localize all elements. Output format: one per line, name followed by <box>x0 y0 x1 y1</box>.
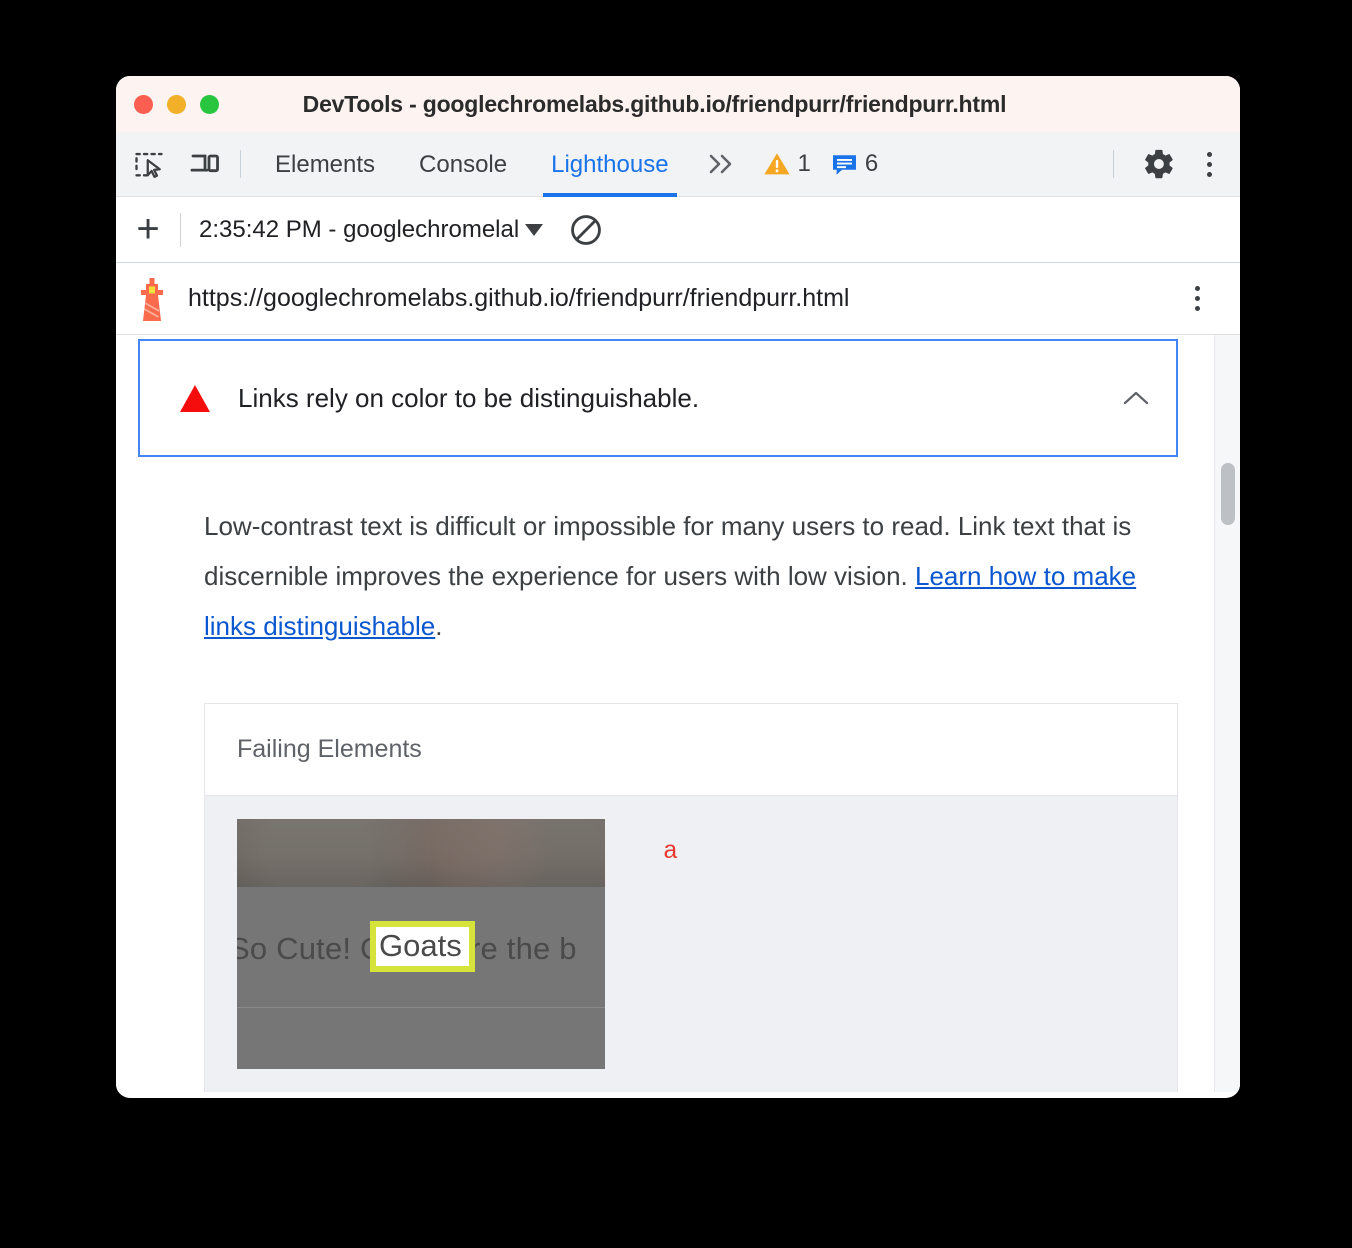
vertical-scrollbar-thumb[interactable] <box>1221 463 1235 525</box>
message-count: 6 <box>864 150 879 177</box>
lighthouse-report-panel: Links rely on color to be distinguishabl… <box>116 335 1240 1092</box>
table-row: So Cute! Goats are the b Goats a <box>205 796 1177 1092</box>
audit-title: Links rely on color to be distinguishabl… <box>238 382 700 413</box>
warning-triangle-icon <box>763 151 791 177</box>
message-counter[interactable]: 6 <box>821 150 888 178</box>
gear-icon[interactable] <box>1136 141 1182 187</box>
element-selector: a <box>663 837 679 866</box>
minimize-window-button[interactable] <box>167 94 186 114</box>
tab-elements[interactable]: Elements <box>253 132 397 197</box>
audit-description-period: . <box>435 611 443 641</box>
highlighted-element-box: Goats <box>370 921 475 972</box>
tab-console[interactable]: Console <box>397 132 529 197</box>
highlighted-element-text: Goats <box>379 928 462 963</box>
chevron-down-icon <box>525 223 544 236</box>
lighthouse-run-toolbar: + 2:35:42 PM - googlechromelal <box>116 197 1240 263</box>
window-title: DevTools - googlechromelabs.github.io/fr… <box>302 90 1007 117</box>
message-bubble-icon <box>831 152 858 177</box>
toolbar-divider <box>180 212 181 247</box>
report-select-label: 2:35:42 PM - googlechromelal <box>199 215 520 243</box>
lighthouse-icon <box>116 274 188 324</box>
devtools-tab-strip: Elements Console Lighthouse 1 6 <box>116 132 1240 197</box>
thumbnail-photo-region <box>237 819 605 887</box>
device-toolbar-icon[interactable] <box>182 141 228 187</box>
red-triangle-fail-icon <box>180 384 210 412</box>
devtools-main-menu-icon[interactable] <box>1192 151 1226 177</box>
clear-reports-button[interactable] <box>569 213 603 247</box>
devtools-window: DevTools - googlechromelabs.github.io/fr… <box>116 76 1240 1098</box>
report-url-bar: https://googlechromelabs.github.io/frien… <box>116 263 1240 335</box>
more-tabs-icon[interactable] <box>691 151 753 177</box>
warning-count: 1 <box>797 150 811 177</box>
no-entry-clear-icon <box>569 213 603 247</box>
tab-lighthouse[interactable]: Lighthouse <box>529 132 690 197</box>
warning-counter[interactable]: 1 <box>753 150 821 178</box>
thumbnail-divider <box>237 1007 605 1008</box>
failing-elements-column-header: Failing Elements <box>237 735 422 763</box>
toolbar-divider <box>1113 150 1114 178</box>
window-title-bar: DevTools - googlechromelabs.github.io/fr… <box>116 76 1240 132</box>
toolbar-divider <box>240 150 241 178</box>
report-url: https://googlechromelabs.github.io/frien… <box>188 284 850 312</box>
element-screenshot-thumbnail[interactable]: So Cute! Goats are the b Goats <box>237 819 605 1069</box>
failing-elements-header: Failing Elements <box>205 704 1177 796</box>
report-scrollbar[interactable] <box>1214 335 1240 1092</box>
failing-elements-table: Failing Elements So Cute! Goats are the … <box>204 703 1178 1092</box>
maximize-window-button[interactable] <box>200 94 219 114</box>
chevron-up-icon[interactable] <box>1120 388 1152 408</box>
audit-header[interactable]: Links rely on color to be distinguishabl… <box>138 339 1178 457</box>
report-options-menu-icon[interactable] <box>1170 286 1214 311</box>
traffic-lights <box>134 94 219 114</box>
close-window-button[interactable] <box>134 94 153 114</box>
tabstrip-right-tools <box>1101 141 1240 187</box>
inspect-element-icon[interactable] <box>126 141 172 187</box>
report-select[interactable]: 2:35:42 PM - googlechromelal <box>199 215 544 244</box>
audit-description: Low-contrast text is difficult or imposs… <box>204 501 1164 651</box>
new-lighthouse-report-button[interactable]: + <box>116 197 180 263</box>
